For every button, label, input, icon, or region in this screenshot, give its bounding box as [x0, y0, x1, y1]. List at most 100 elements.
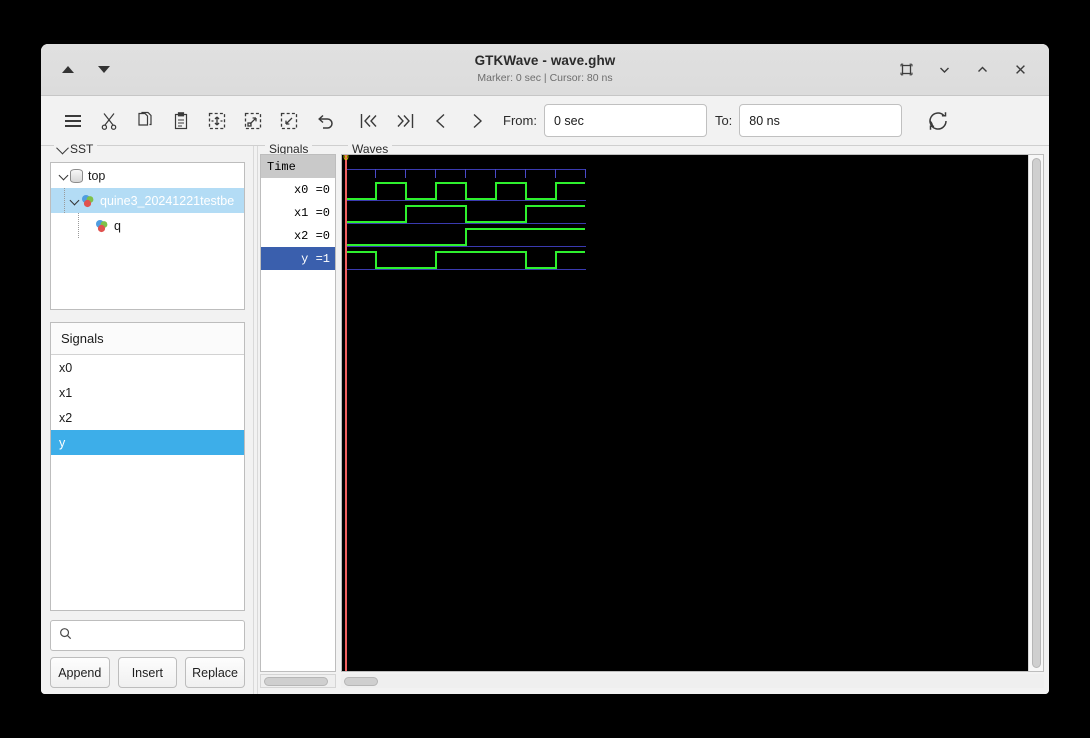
- triangle-up-icon[interactable]: [57, 59, 79, 81]
- cylinder-icon: [70, 169, 83, 183]
- list-item[interactable]: x0: [51, 355, 244, 380]
- signal-list-header: Signals: [51, 323, 244, 355]
- insert-button[interactable]: Insert: [118, 657, 178, 688]
- wave-name-label: x1 =0: [294, 206, 330, 220]
- sst-tree[interactable]: top quine3_20241221tes: [50, 162, 245, 310]
- main-body: SST top: [41, 146, 1049, 694]
- time-tick: [555, 169, 556, 178]
- wave-name-row[interactable]: x0 =0: [261, 178, 335, 201]
- trace-edge-segment: [555, 182, 557, 200]
- trace-level-segment: [525, 198, 555, 200]
- signal-name: x2: [59, 411, 72, 425]
- cursor-line[interactable]: [345, 155, 347, 671]
- trace-edge-segment: [555, 251, 557, 269]
- chevron-down-icon[interactable]: [67, 197, 81, 204]
- tree-node-q[interactable]: q: [51, 213, 244, 238]
- waves-pane: Waves 0: [338, 146, 1049, 694]
- title-bar: GTKWave - wave.ghw Marker: 0 sec | Curso…: [41, 44, 1049, 96]
- wave-trace-x0[interactable]: [342, 180, 1028, 203]
- sst-title-row[interactable]: SST: [54, 142, 97, 156]
- trace-level-segment: [465, 228, 585, 230]
- zoom-fit-icon[interactable]: [199, 103, 235, 139]
- maximize-icon[interactable]: [971, 59, 993, 81]
- module-icon: [81, 194, 95, 208]
- trace-edge-segment: [495, 182, 497, 200]
- from-label: From:: [503, 113, 537, 128]
- window-controls: [895, 59, 1049, 81]
- tree-node-top[interactable]: top: [51, 163, 244, 188]
- wave-trace-x2[interactable]: [342, 226, 1028, 249]
- chevron-down-icon: [56, 141, 69, 154]
- trace-level-segment: [375, 182, 405, 184]
- search-input[interactable]: [78, 628, 236, 644]
- goto-start-icon[interactable]: [351, 103, 387, 139]
- scrollbar-thumb[interactable]: [1032, 158, 1041, 668]
- time-ruler: [342, 169, 1028, 179]
- wave-time-header: Time: [261, 155, 335, 178]
- wave-names-pane: Signals Time x0 =0 x1 =0 x2 =0 y =1: [258, 146, 338, 694]
- scrollbar-thumb[interactable]: [264, 677, 328, 686]
- search-section: [47, 620, 248, 651]
- list-item[interactable]: x1: [51, 380, 244, 405]
- trace-level-segment: [405, 198, 435, 200]
- from-input[interactable]: [544, 104, 707, 137]
- trace-edge-segment: [435, 251, 437, 269]
- waves-hscrollbar[interactable]: [341, 674, 1044, 688]
- close-icon[interactable]: [1009, 59, 1031, 81]
- trace-edge-segment: [465, 228, 467, 246]
- undo-icon[interactable]: [307, 103, 343, 139]
- left-pane: SST top: [41, 146, 253, 694]
- time-tick: [375, 169, 376, 178]
- waves-vscrollbar[interactable]: [1028, 155, 1043, 671]
- to-label: To:: [715, 113, 732, 128]
- wave-name-row[interactable]: y =1: [261, 247, 335, 270]
- replace-button[interactable]: Replace: [185, 657, 245, 688]
- wave-names-hscrollbar[interactable]: [260, 674, 336, 688]
- wave-canvas[interactable]: 0: [342, 155, 1028, 671]
- trace-level-segment: [345, 221, 405, 223]
- trace-level-segment: [345, 244, 465, 246]
- wave-name-row[interactable]: x1 =0: [261, 201, 335, 224]
- chevron-down-icon[interactable]: [56, 172, 70, 179]
- time-tick: [465, 169, 466, 178]
- wave-name-row[interactable]: x2 =0: [261, 224, 335, 247]
- trace-level-segment: [345, 198, 375, 200]
- tree-node-testbench[interactable]: quine3_20241221testbe: [51, 188, 244, 213]
- menu-icon[interactable]: [55, 103, 91, 139]
- minimize-icon[interactable]: [933, 59, 955, 81]
- trace-level-segment: [525, 205, 585, 207]
- zoom-in-icon[interactable]: [235, 103, 271, 139]
- wave-name-label: y =1: [294, 252, 330, 266]
- next-edge-icon[interactable]: [459, 103, 495, 139]
- zoom-out-icon[interactable]: [271, 103, 307, 139]
- trace-edge-segment: [405, 205, 407, 223]
- trace-edge-segment: [375, 182, 377, 200]
- goto-end-icon[interactable]: [387, 103, 423, 139]
- append-button[interactable]: Append: [50, 657, 110, 688]
- list-item[interactable]: y: [51, 430, 244, 455]
- trace-level-segment: [375, 267, 435, 269]
- clipboard-icon[interactable]: [163, 103, 199, 139]
- trace-level-segment: [525, 267, 555, 269]
- marker-cursor-status: Marker: 0 sec | Cursor: 80 ns: [477, 73, 612, 85]
- to-input[interactable]: [739, 104, 902, 137]
- wave-name-label: x0 =0: [294, 183, 330, 197]
- trace-level-segment: [435, 251, 525, 253]
- list-item[interactable]: x2: [51, 405, 244, 430]
- scrollbar-thumb[interactable]: [344, 677, 378, 686]
- prev-edge-icon[interactable]: [423, 103, 459, 139]
- sst-section: SST top: [47, 151, 248, 313]
- wave-trace-x1[interactable]: [342, 203, 1028, 226]
- copy-icon[interactable]: [127, 103, 163, 139]
- cut-icon[interactable]: [91, 103, 127, 139]
- search-box[interactable]: [50, 620, 245, 651]
- restore-icon[interactable]: [895, 59, 917, 81]
- signal-list[interactable]: Signals x0 x1 x2 y: [50, 322, 245, 611]
- wave-trace-y[interactable]: [342, 249, 1028, 272]
- triangle-down-icon[interactable]: [93, 59, 115, 81]
- time-origin-label: 0: [343, 155, 349, 164]
- reload-icon[interactable]: [920, 103, 956, 139]
- wave-names-list[interactable]: Time x0 =0 x1 =0 x2 =0 y =1: [260, 154, 336, 672]
- trace-edge-segment: [525, 205, 527, 223]
- wave-name-label: x2 =0: [294, 229, 330, 243]
